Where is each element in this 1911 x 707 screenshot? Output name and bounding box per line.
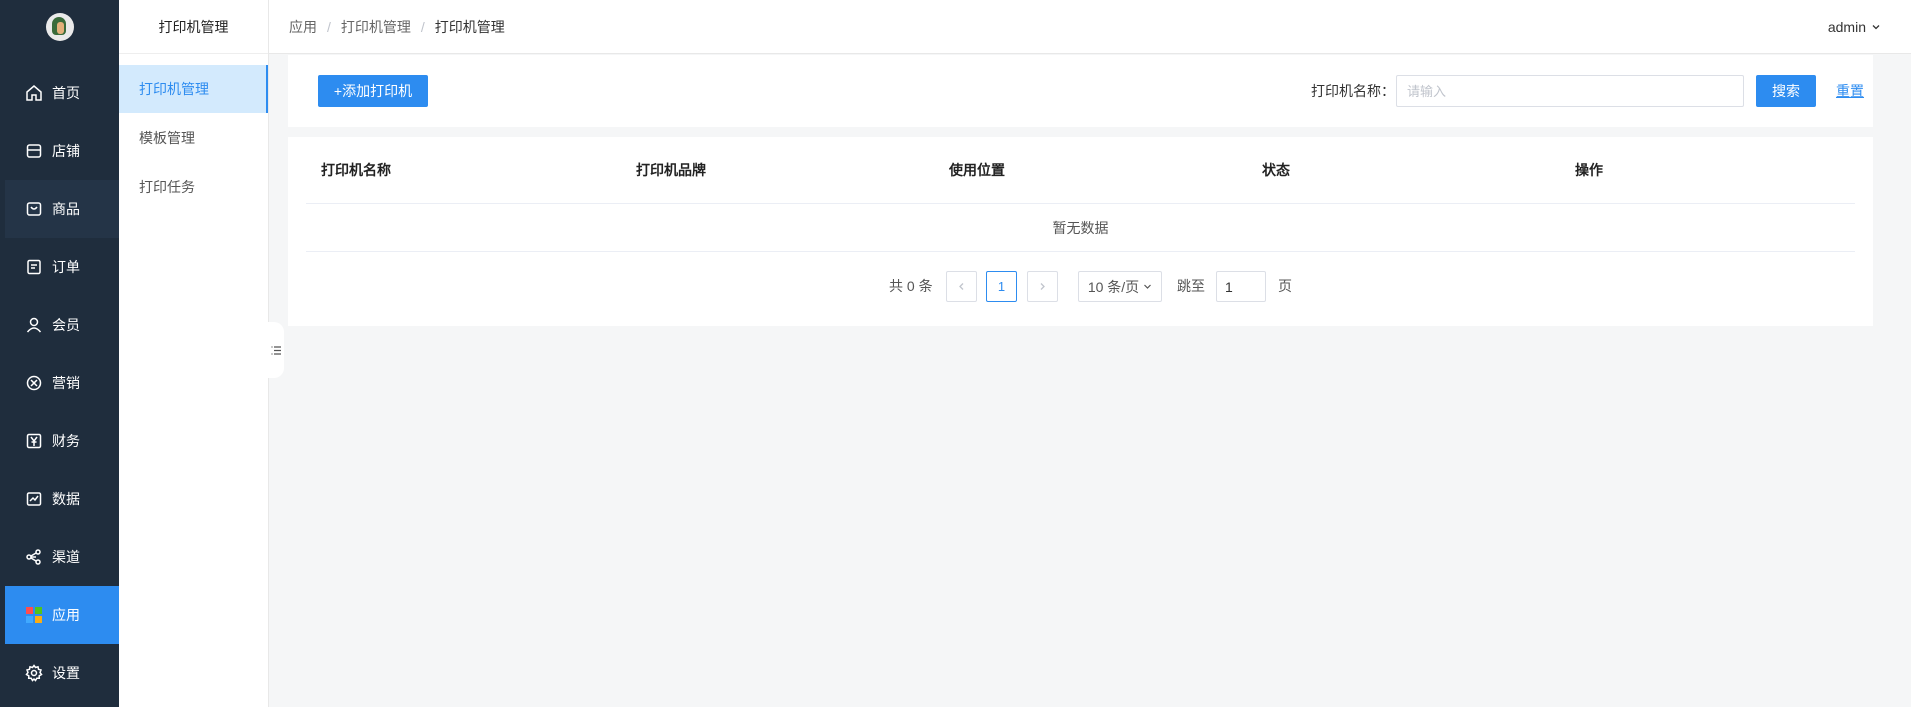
subnav-item-template-manage[interactable]: 模板管理	[119, 114, 268, 162]
sidebar-item-label: 会员	[52, 317, 80, 333]
sidebar-item-label: 订单	[52, 259, 80, 275]
sub-sidebar: 打印机管理 打印机管理 模板管理 打印任务	[119, 0, 269, 707]
breadcrumb-current: 打印机管理	[434, 19, 505, 35]
page-size-select[interactable]: 10 条/页	[1078, 271, 1162, 302]
apps-icon	[25, 606, 43, 624]
breadcrumb-separator: /	[420, 19, 425, 35]
sidebar-item-apps[interactable]: 应用	[5, 586, 119, 644]
marketing-icon	[25, 374, 43, 392]
printer-name-input[interactable]	[1396, 75, 1744, 107]
menu-fold-icon	[271, 345, 281, 355]
sidebar-item-label: 营销	[52, 375, 80, 391]
column-header-brand: 打印机品牌	[636, 162, 706, 178]
shop-icon	[25, 142, 43, 160]
sidebar-item-shop[interactable]: 店铺	[5, 122, 119, 180]
prev-page-button[interactable]	[946, 271, 977, 302]
column-header-printer-name: 打印机名称	[321, 162, 391, 178]
breadcrumb-separator: /	[327, 19, 331, 35]
column-header-status: 状态	[1262, 162, 1290, 178]
sidebar-item-label: 渠道	[52, 549, 80, 565]
sidebar-item-label: 数据	[52, 491, 80, 507]
main-sidebar: 首页 店铺 商品 订单 会员 营销 财务 数据 渠道 应用 设置	[0, 0, 119, 707]
user-icon	[25, 316, 43, 334]
sidebar-item-channels[interactable]: 渠道	[5, 528, 119, 586]
sidebar-item-label: 财务	[52, 433, 80, 449]
jump-label: 跳至	[1177, 278, 1205, 294]
collapse-sidebar-button[interactable]	[268, 322, 284, 378]
share-icon	[25, 548, 43, 566]
sidebar-item-data[interactable]: 数据	[5, 470, 119, 528]
empty-state: 暂无数据	[306, 204, 1855, 252]
add-printer-button[interactable]: +添加打印机	[318, 75, 428, 107]
chevron-left-icon	[959, 283, 964, 290]
bag-icon	[25, 200, 43, 218]
order-icon	[25, 258, 43, 276]
sidebar-item-orders[interactable]: 订单	[5, 238, 119, 296]
printer-table-card: 打印机名称 打印机品牌 使用位置 状态 操作 暂无数据 共 0 条 1 10 条…	[288, 137, 1873, 326]
username: admin	[1827, 19, 1866, 35]
pagination: 共 0 条 1 10 条/页 跳至 页	[288, 270, 1873, 302]
yen-icon	[25, 432, 43, 450]
logo	[0, 0, 119, 54]
reset-button[interactable]: 重置	[1836, 75, 1864, 107]
breadcrumb: 应用 / 打印机管理 / 打印机管理	[289, 0, 505, 54]
page-suffix: 页	[1278, 278, 1292, 294]
sidebar-item-label: 应用	[52, 607, 80, 623]
breadcrumb-item[interactable]: 应用	[289, 17, 317, 37]
sidebar-item-label: 首页	[52, 85, 80, 101]
logo-avatar-icon	[45, 13, 74, 41]
sidebar-item-settings[interactable]: 设置	[5, 644, 119, 702]
column-header-location: 使用位置	[949, 162, 1005, 178]
home-icon	[25, 84, 43, 102]
page-number-button[interactable]: 1	[986, 271, 1017, 302]
chart-icon	[25, 490, 43, 508]
sidebar-item-members[interactable]: 会员	[5, 296, 119, 354]
toolbar-card: +添加打印机 打印机名称： 搜索 重置	[288, 55, 1873, 127]
chevron-down-icon	[1144, 284, 1152, 289]
sidebar-item-label: 店铺	[52, 143, 80, 159]
subnav-item-printer-manage[interactable]: 打印机管理	[119, 65, 268, 113]
sidebar-item-finance[interactable]: 财务	[5, 412, 119, 470]
breadcrumb-item[interactable]: 打印机管理	[341, 17, 411, 37]
search-label: 打印机名称：	[1311, 83, 1395, 99]
sidebar-item-home[interactable]: 首页	[5, 64, 119, 122]
chevron-right-icon	[1040, 283, 1045, 290]
page-size-value: 10 条/页	[1087, 278, 1140, 295]
user-menu[interactable]: admin	[1828, 0, 1881, 54]
sidebar-item-marketing[interactable]: 营销	[5, 354, 119, 412]
sidebar-item-label: 设置	[52, 665, 80, 681]
search-button[interactable]: 搜索	[1756, 75, 1816, 107]
gear-icon	[25, 664, 43, 682]
top-header: 应用 / 打印机管理 / 打印机管理 admin	[269, 0, 1911, 54]
sidebar-item-goods[interactable]: 商品	[5, 180, 119, 238]
jump-page-input[interactable]	[1216, 271, 1266, 302]
table-header: 打印机名称 打印机品牌 使用位置 状态 操作	[306, 137, 1855, 204]
sidebar-item-label: 商品	[52, 201, 80, 217]
column-header-actions: 操作	[1575, 162, 1603, 178]
next-page-button[interactable]	[1027, 271, 1058, 302]
sub-sidebar-title: 打印机管理	[119, 0, 268, 54]
subnav-item-print-tasks[interactable]: 打印任务	[119, 163, 268, 211]
pagination-total: 共 0 条	[889, 278, 933, 294]
chevron-down-icon	[1872, 25, 1880, 30]
